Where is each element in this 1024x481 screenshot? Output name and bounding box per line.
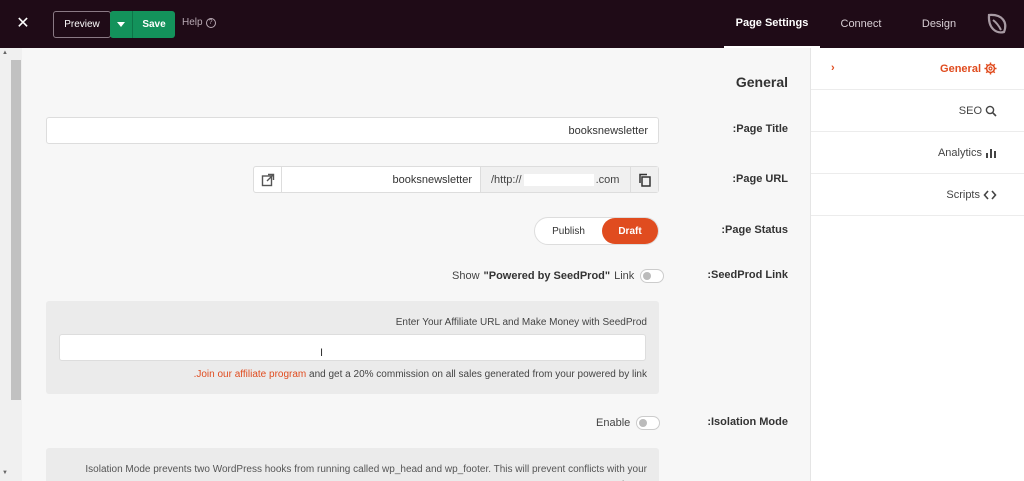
tab-design[interactable]: Design (906, 0, 972, 48)
top-bar: ✕ Preview Save Help ? Page Settings Conn… (0, 0, 1024, 48)
seedprod-link-label: :SeedProd Link (707, 269, 788, 281)
isolation-description: Isolation Mode prevents two WordPress ho… (85, 464, 647, 481)
seedprod-link-switch[interactable] (640, 269, 665, 283)
sidebar-item-analytics[interactable]: Analytics (811, 132, 1024, 174)
status-draft-option[interactable]: Draft (602, 218, 658, 244)
sidebar-item-label: Scripts (946, 188, 980, 201)
seedprod-link-show: Show (452, 270, 480, 282)
copy-icon[interactable] (630, 167, 658, 192)
open-external-icon[interactable] (254, 167, 282, 192)
code-icon (983, 189, 997, 201)
sidebar-item-general[interactable]: › General (811, 48, 1024, 90)
page-status-toggle: Publish Draft (534, 217, 659, 245)
preview-button[interactable]: Preview (53, 11, 111, 38)
status-publish-option[interactable]: Publish (535, 218, 602, 244)
seedprod-link-row: Show "Powered by SeedProd" Link (452, 269, 665, 283)
redacted-domain (523, 173, 594, 186)
isolation-mode-label: :Isolation Mode (707, 416, 788, 428)
tab-connect[interactable]: Connect (828, 0, 894, 48)
affiliate-program-link[interactable]: .Join our affiliate program (194, 369, 307, 380)
save-button[interactable]: Save (133, 11, 175, 38)
close-icon[interactable]: ✕ (12, 12, 34, 36)
bar-chart-icon (985, 147, 997, 159)
sidebar-item-label: SEO (958, 104, 982, 117)
sidebar-item-seo[interactable]: SEO (811, 90, 1024, 132)
search-icon (985, 105, 997, 117)
page-settings-sidebar: › General SEO Analytics Scripts (810, 48, 1024, 481)
page-status-label: :Page Status (721, 224, 788, 236)
sidebar-item-label: Analytics (937, 146, 982, 159)
page-title-input[interactable]: booksnewsletter (46, 117, 659, 144)
help-label: Help (182, 17, 203, 28)
url-prefix: /http:// .com (480, 167, 630, 192)
gear-icon (984, 62, 997, 75)
isolation-enable-label: Enable (596, 417, 631, 429)
scroll-down-arrow-icon[interactable]: ▼ (2, 470, 8, 476)
isolation-mode-switch[interactable] (636, 416, 661, 430)
isolation-description-box: Isolation Mode prevents two WordPress ho… (46, 448, 659, 481)
text-cursor-icon: I (320, 347, 324, 359)
url-prefix-left: /http:// (491, 173, 522, 186)
page-url-input[interactable]: booksnewsletter (282, 167, 480, 192)
help-icon: ? (205, 17, 216, 28)
settings-main: General :Page Title booksnewsletter :Pag… (22, 48, 810, 481)
seedprod-link-suffix: Link (614, 270, 635, 282)
tab-page-settings[interactable]: Page Settings (724, 0, 820, 48)
page-url-field: booksnewsletter /http:// .com (253, 166, 659, 193)
sidebar-item-scripts[interactable]: Scripts (811, 174, 1024, 216)
page-url-label: :Page URL (732, 173, 788, 185)
scroll-up-arrow-icon[interactable]: ▲ (2, 50, 8, 56)
scrollbar-thumb[interactable] (11, 60, 21, 400)
seedprod-link-brand: "Powered by SeedProd" (483, 270, 611, 282)
affiliate-heading: Enter Your Affiliate URL and Make Money … (395, 317, 647, 328)
affiliate-url-input[interactable] (59, 334, 646, 361)
affiliate-note: .Join our affiliate program and get a 20… (194, 369, 647, 380)
url-prefix-right: .com (595, 173, 620, 186)
seedprod-logo-icon[interactable] (984, 12, 1010, 36)
affiliate-box: Enter Your Affiliate URL and Make Money … (46, 301, 659, 394)
page-title-label: :Page Title (732, 123, 788, 135)
chevron-right-icon: › (831, 62, 835, 74)
sidebar-item-label: General (940, 62, 981, 75)
help-link[interactable]: Help ? (182, 17, 216, 28)
save-options-dropdown[interactable] (110, 11, 133, 38)
isolation-mode-row: Enable (596, 416, 661, 430)
affiliate-note-text: and get a 20% commission on all sales ge… (306, 369, 647, 380)
section-title: General (735, 74, 788, 90)
